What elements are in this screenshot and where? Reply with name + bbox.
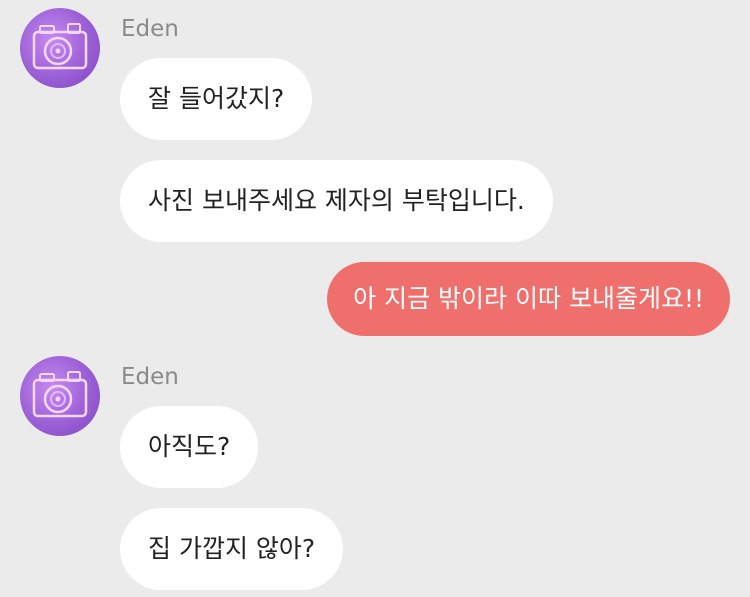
avatar[interactable] [20, 356, 100, 436]
sender-name: Eden [121, 16, 179, 42]
message-bubble-outgoing[interactable]: 아 지금 밖이라 이따 보내줄게요!! [327, 262, 730, 336]
camera-icon [32, 371, 88, 418]
message-bubble-incoming[interactable]: 아직도? [120, 406, 259, 488]
avatar[interactable] [20, 8, 100, 88]
message-bubble-incoming[interactable]: 잘 들어갔지? [120, 58, 313, 140]
camera-icon [32, 23, 88, 70]
message-bubble-incoming[interactable]: 사진 보내주세요 제자의 부탁입니다. [120, 160, 553, 242]
message-bubble-incoming[interactable]: 집 가깝지 않아? [120, 508, 344, 590]
sender-name: Eden [121, 364, 179, 390]
